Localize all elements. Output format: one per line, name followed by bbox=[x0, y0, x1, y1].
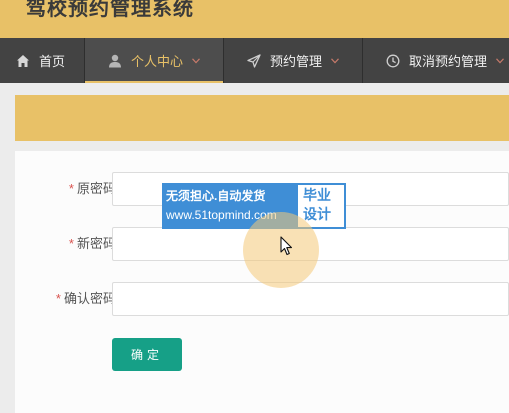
required-mark: * bbox=[68, 236, 74, 251]
clock-icon bbox=[386, 54, 400, 68]
confirm-password-label: * 确认密码 bbox=[55, 291, 116, 306]
chevron-down-icon bbox=[331, 57, 339, 64]
old-password-label: * 原密码 bbox=[68, 181, 116, 196]
nav-item-label: 个人中心 bbox=[131, 54, 184, 69]
watermark-badge-line1: 毕业 bbox=[303, 187, 331, 203]
confirm-password-input[interactable] bbox=[112, 282, 509, 316]
nav-item-user-center[interactable]: 个人中心 bbox=[85, 38, 224, 83]
nav-item-booking[interactable]: 预约管理 bbox=[224, 38, 363, 83]
page-banner bbox=[15, 95, 509, 141]
watermark-line1: 无须担心.自动发货 bbox=[166, 189, 266, 203]
nav-item-label: 首页 bbox=[39, 54, 66, 69]
send-icon bbox=[247, 53, 261, 68]
user-icon bbox=[108, 54, 122, 68]
confirm-password-row: * 确认密码 bbox=[15, 282, 509, 316]
chevron-down-icon bbox=[496, 57, 504, 64]
required-mark: * bbox=[55, 291, 61, 306]
nav-item-label: 预约管理 bbox=[270, 54, 323, 69]
nav-item-cancel-booking[interactable]: 取消预约管理 bbox=[363, 38, 509, 83]
mouse-pointer-icon bbox=[280, 236, 294, 256]
home-icon bbox=[16, 54, 30, 68]
nav-item-home[interactable]: 首页 bbox=[0, 38, 85, 83]
watermark-badge-line2: 设计 bbox=[303, 206, 331, 222]
required-mark: * bbox=[68, 181, 74, 196]
app-header: 驾校预约管理系统 bbox=[0, 0, 509, 38]
confirm-button[interactable]: 确定 bbox=[112, 338, 182, 371]
app-title: 驾校预约管理系统 bbox=[26, 0, 194, 20]
chevron-down-icon bbox=[192, 57, 200, 64]
nav-item-label: 取消预约管理 bbox=[409, 54, 488, 69]
new-password-label: * 新密码 bbox=[68, 236, 116, 251]
top-navbar: 首页 个人中心 预约管理 取消预约管理 bbox=[0, 38, 509, 83]
